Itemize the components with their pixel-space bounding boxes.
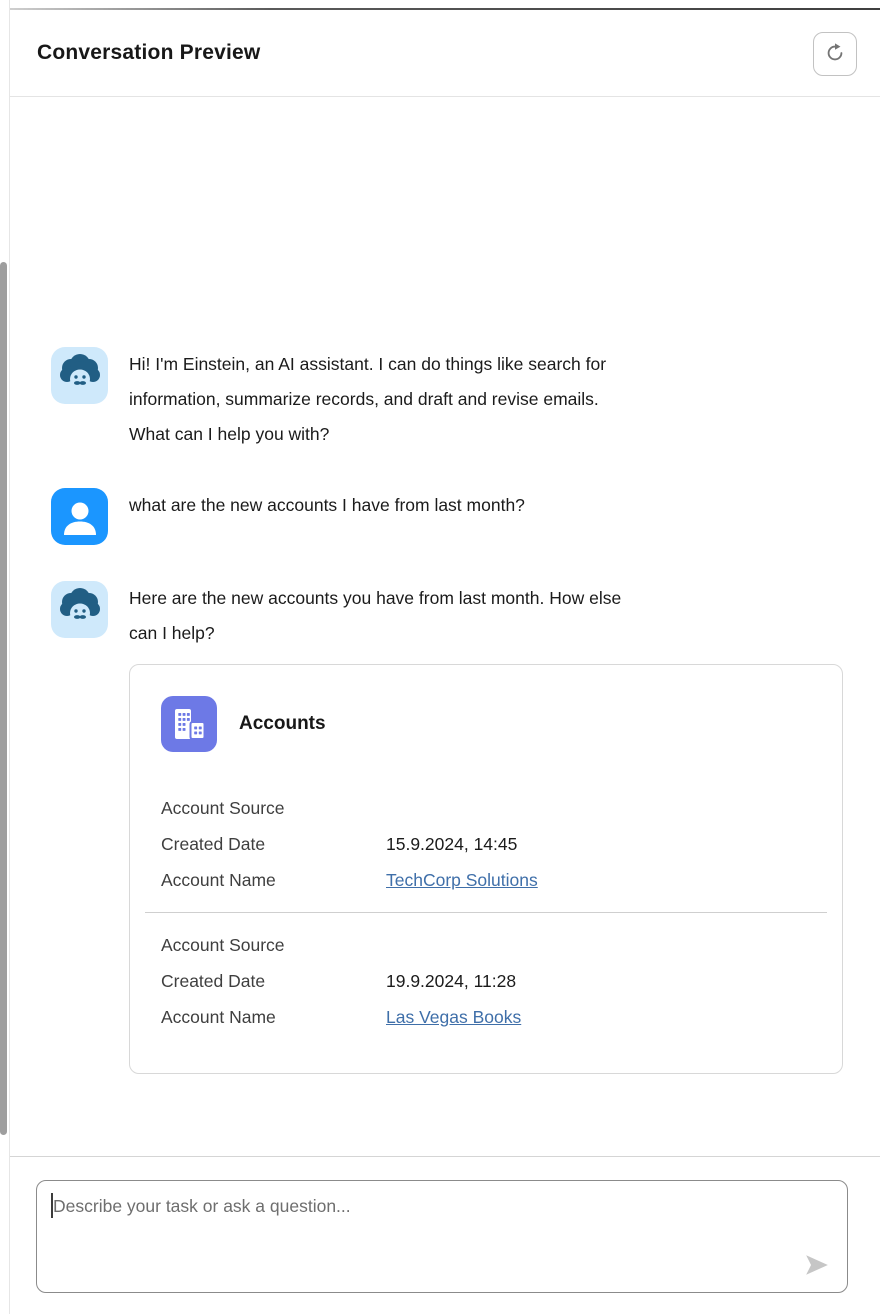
account-field-row: Account Source bbox=[161, 790, 811, 826]
page-scrollbar[interactable] bbox=[0, 262, 7, 1135]
accounts-card: Accounts Account Source Created Date 15.… bbox=[129, 664, 843, 1074]
account-name-link[interactable]: TechCorp Solutions bbox=[386, 870, 538, 890]
field-label: Account Name bbox=[161, 999, 386, 1035]
user-message-text: what are the new accounts I have from la… bbox=[129, 488, 843, 523]
field-value: Las Vegas Books bbox=[386, 999, 521, 1035]
accounts-card-title: Accounts bbox=[239, 713, 326, 735]
account-record: Account Source Created Date 15.9.2024, 1… bbox=[130, 790, 842, 898]
refresh-button[interactable] bbox=[813, 32, 857, 76]
field-value: 15.9.2024, 14:45 bbox=[386, 826, 517, 862]
accounts-building-icon bbox=[161, 696, 217, 752]
record-divider bbox=[145, 912, 827, 913]
account-name-link[interactable]: Las Vegas Books bbox=[386, 1007, 521, 1027]
account-field-row: Account Name Las Vegas Books bbox=[161, 999, 811, 1035]
user-message: what are the new accounts I have from la… bbox=[51, 488, 843, 545]
panel-header: Conversation Preview bbox=[10, 10, 880, 97]
page-title: Conversation Preview bbox=[37, 41, 260, 65]
assistant-message: Hi! I'm Einstein, an AI assistant. I can… bbox=[51, 347, 843, 452]
account-field-row: Created Date 15.9.2024, 14:45 bbox=[161, 826, 811, 862]
field-value: 19.9.2024, 11:28 bbox=[386, 963, 516, 999]
assistant-message-text: Hi! I'm Einstein, an AI assistant. I can… bbox=[129, 347, 843, 452]
account-field-row: Created Date 19.9.2024, 11:28 bbox=[161, 963, 811, 999]
conversation-preview-panel: Conversation Preview bbox=[10, 0, 880, 1314]
account-field-row: Account Name TechCorp Solutions bbox=[161, 862, 811, 898]
field-label: Account Name bbox=[161, 862, 386, 898]
account-record: Account Source Created Date 19.9.2024, 1… bbox=[130, 927, 842, 1035]
einstein-bot-icon bbox=[51, 581, 108, 638]
user-person-icon bbox=[51, 488, 108, 545]
assistant-message: Here are the new accounts you have from … bbox=[51, 581, 843, 1074]
conversation-preview-window: Conversation Preview bbox=[0, 0, 880, 1314]
send-icon bbox=[802, 1252, 832, 1281]
send-button[interactable] bbox=[800, 1251, 834, 1281]
account-field-row: Account Source bbox=[161, 927, 811, 963]
field-label: Account Source bbox=[161, 790, 386, 826]
card-bottom-padding bbox=[130, 1035, 842, 1073]
composer-input-wrap bbox=[36, 1180, 848, 1293]
assistant-message-text: Here are the new accounts you have from … bbox=[129, 581, 843, 651]
accounts-card-header: Accounts bbox=[130, 665, 842, 752]
field-label: Created Date bbox=[161, 963, 386, 999]
field-label: Account Source bbox=[161, 927, 386, 963]
field-label: Created Date bbox=[161, 826, 386, 862]
task-input[interactable] bbox=[36, 1180, 848, 1293]
field-value: TechCorp Solutions bbox=[386, 862, 538, 898]
refresh-icon bbox=[824, 42, 846, 67]
composer-area bbox=[10, 1156, 880, 1314]
conversation-transcript: Hi! I'm Einstein, an AI assistant. I can… bbox=[10, 98, 880, 1156]
einstein-bot-icon bbox=[51, 347, 108, 404]
